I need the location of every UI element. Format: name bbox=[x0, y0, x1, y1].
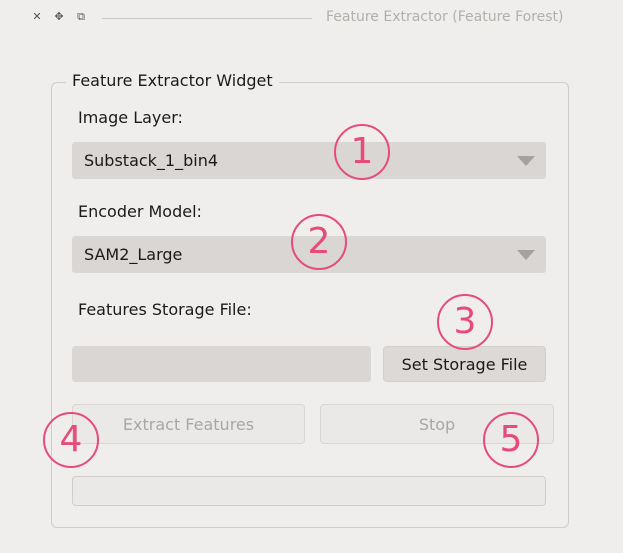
image-layer-dropdown[interactable]: Substack_1_bin4 bbox=[72, 142, 546, 179]
image-layer-selected: Substack_1_bin4 bbox=[84, 151, 219, 170]
restore-icon[interactable]: ⧉ bbox=[74, 9, 88, 25]
callout-marker-4: 4 bbox=[43, 412, 99, 468]
close-icon[interactable]: ✕ bbox=[30, 9, 44, 25]
callout-marker-3: 3 bbox=[437, 294, 493, 350]
image-layer-label: Image Layer: bbox=[78, 108, 183, 127]
callout-marker-5: 5 bbox=[483, 412, 539, 468]
groupbox-title: Feature Extractor Widget bbox=[66, 71, 279, 90]
chevron-down-icon bbox=[517, 250, 535, 260]
storage-path-field[interactable] bbox=[72, 346, 371, 382]
titlebar-divider bbox=[102, 18, 312, 19]
encoder-model-label: Encoder Model: bbox=[78, 202, 202, 221]
chevron-down-icon bbox=[517, 156, 535, 166]
callout-marker-1: 1 bbox=[334, 124, 390, 180]
window-title: Feature Extractor (Feature Forest) bbox=[326, 9, 564, 25]
progress-bar bbox=[72, 476, 546, 506]
storage-file-label: Features Storage File: bbox=[78, 300, 252, 319]
callout-marker-2: 2 bbox=[291, 214, 347, 270]
window-titlebar: ✕ ✥ ⧉ Feature Extractor (Feature Forest) bbox=[0, 0, 623, 36]
extract-features-button[interactable]: Extract Features bbox=[72, 404, 305, 444]
set-storage-file-button[interactable]: Set Storage File bbox=[383, 346, 546, 382]
float-icon[interactable]: ✥ bbox=[52, 9, 66, 25]
encoder-model-selected: SAM2_Large bbox=[84, 245, 183, 264]
